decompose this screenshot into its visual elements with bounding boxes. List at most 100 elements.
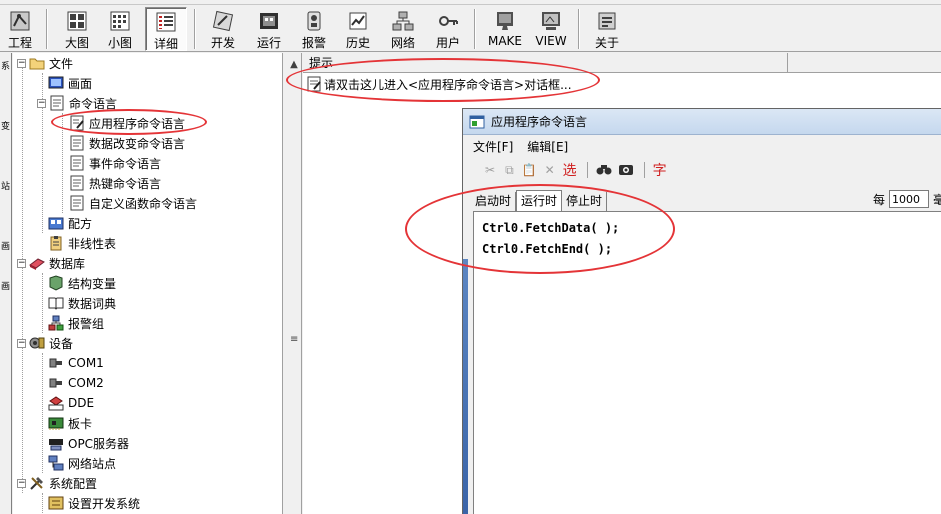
cut-icon[interactable]: ✂: [485, 163, 495, 177]
tree-item-hotkey-command-language[interactable]: 热键命令语言: [69, 173, 161, 193]
network-station-icon: [48, 455, 64, 471]
menu-edit[interactable]: 编辑[E]: [527, 138, 568, 155]
interval-input[interactable]: [889, 190, 929, 208]
left-tab-fragment[interactable]: 画: [1, 283, 10, 292]
dialog-window-icon: [469, 114, 485, 130]
tree-item-device[interactable]: − 设备: [17, 333, 73, 353]
left-tab-fragment[interactable]: 系: [1, 63, 10, 72]
book-icon: [48, 295, 64, 311]
document-icon: [49, 95, 65, 111]
about-button[interactable]: 关于: [590, 7, 624, 51]
collapse-icon[interactable]: −: [17, 478, 26, 488]
tree-item-network-station[interactable]: 网络站点: [48, 453, 116, 473]
interval-group: 每 毫: [873, 189, 941, 209]
tools-icon: [29, 475, 45, 491]
tree-item-com2[interactable]: COM2: [48, 373, 104, 393]
left-tab-fragment[interactable]: 画: [1, 243, 10, 252]
project-button[interactable]: 工程: [3, 7, 37, 51]
interval-label: 每: [872, 192, 885, 207]
collapse-icon[interactable]: −: [17, 58, 26, 68]
screen-icon: [48, 75, 64, 91]
collapse-icon[interactable]: −: [17, 258, 26, 268]
tree-item-dde[interactable]: DDE: [48, 393, 94, 413]
delete-icon[interactable]: ✕: [545, 163, 555, 177]
document-icon: [69, 155, 85, 171]
collapse-icon[interactable]: −: [17, 338, 26, 348]
find-icon[interactable]: [596, 162, 612, 179]
paste-icon[interactable]: 📋: [522, 163, 537, 177]
tree-item-file[interactable]: − 文件: [17, 53, 73, 73]
toolbar-separator: [474, 9, 476, 49]
tree-item-dev-system-settings[interactable]: 设置开发系统: [48, 493, 140, 513]
left-tab-strip: 系 变 站 画 画: [0, 53, 12, 514]
make-icon: [494, 10, 516, 32]
large-icons-view-icon: [66, 10, 88, 32]
large-icons-button[interactable]: 大图: [60, 7, 94, 51]
serial-port-icon: [48, 355, 64, 371]
small-icons-button[interactable]: 小图: [103, 7, 137, 51]
tree-item-database[interactable]: − 数据库: [17, 253, 85, 273]
run-button[interactable]: 运行: [252, 7, 286, 51]
tree-item-opc-server[interactable]: OPC服务器: [48, 433, 129, 453]
tree-item-com1[interactable]: COM1: [48, 353, 104, 373]
recipe-icon: [48, 215, 64, 231]
folder-icon: [29, 55, 45, 71]
left-tab-fragment[interactable]: 站: [1, 183, 10, 192]
serial-port-icon: [48, 375, 64, 391]
dde-icon: [48, 395, 64, 411]
view-button[interactable]: VIEW: [532, 7, 570, 51]
settings-icon: [48, 495, 64, 511]
develop-button[interactable]: 开发: [206, 7, 240, 51]
tree-item-system-config[interactable]: − 系统配置: [17, 473, 97, 493]
menu-file[interactable]: 文件[F]: [473, 138, 513, 155]
select-button[interactable]: 选: [563, 160, 577, 180]
tree-item-board[interactable]: 板卡: [48, 413, 92, 433]
scroll-up-arrow-icon[interactable]: ▲: [290, 60, 298, 70]
user-button[interactable]: 用户: [431, 7, 465, 51]
project-tree: − 文件 画面 − 命令语言 应用程序命令语言 数据改变命令语言 事件命令语言 …: [13, 53, 283, 514]
annotation-ring: [405, 184, 675, 274]
splitter[interactable]: ▲ ≡: [283, 53, 302, 514]
alarm-icon: [303, 10, 325, 32]
project-icon: [9, 10, 31, 32]
device-icon: [29, 335, 45, 351]
network-button[interactable]: 网络: [386, 7, 420, 51]
collapse-icon[interactable]: −: [37, 98, 46, 108]
tree-item-alarm-group[interactable]: 报警组: [48, 313, 104, 333]
annotation-ring: [286, 58, 600, 102]
dialog-title-bar[interactable]: 应用程序命令语言: [463, 109, 941, 135]
details-button[interactable]: 详细: [145, 7, 187, 51]
run-icon: [258, 10, 280, 32]
history-button[interactable]: 历史: [341, 7, 375, 51]
toolbar-separator: [578, 9, 580, 49]
tree-item-data-change-command-language[interactable]: 数据改变命令语言: [69, 133, 185, 153]
command-language-dialog: 应用程序命令语言 文件[F] 编辑[E] ✂ ⧉ 📋 ✕ 选 字 启动时 运行时…: [405, 108, 941, 514]
alarm-button[interactable]: 报警: [297, 7, 331, 51]
tree-line: [42, 493, 43, 513]
tree-item-custom-function-command-language[interactable]: 自定义函数命令语言: [69, 193, 197, 213]
document-icon: [69, 195, 85, 211]
splitter-grip-icon[interactable]: ≡: [290, 335, 298, 345]
tree-item-recipe[interactable]: 配方: [48, 213, 92, 233]
small-icons-view-icon: [109, 10, 131, 32]
board-icon: [48, 415, 64, 431]
tree-line: [42, 273, 43, 333]
user-icon: [437, 10, 459, 32]
tree-item-nonlinear-table[interactable]: 非线性表: [48, 233, 116, 253]
clipboard-icon: [48, 235, 64, 251]
font-button[interactable]: 字: [653, 160, 667, 180]
develop-icon: [212, 10, 234, 32]
camera-icon[interactable]: [618, 162, 634, 179]
tree-item-event-command-language[interactable]: 事件命令语言: [69, 153, 161, 173]
tree-item-data-dictionary[interactable]: 数据词典: [48, 293, 116, 313]
tree-item-screen[interactable]: 画面: [48, 73, 92, 93]
opc-server-icon: [48, 435, 64, 451]
make-button[interactable]: MAKE: [486, 7, 524, 51]
struct-variable-icon: [48, 275, 64, 291]
copy-icon[interactable]: ⧉: [505, 163, 514, 178]
network-icon: [392, 10, 414, 32]
left-tab-fragment[interactable]: 变: [1, 123, 10, 132]
details-view-icon: [155, 11, 177, 33]
tree-item-struct-variable[interactable]: 结构变量: [48, 273, 116, 293]
main-toolbar: 工程 大图 小图 详细 开发 运行 报警 历史 网络 用户 MAKE VIEW …: [0, 5, 941, 52]
